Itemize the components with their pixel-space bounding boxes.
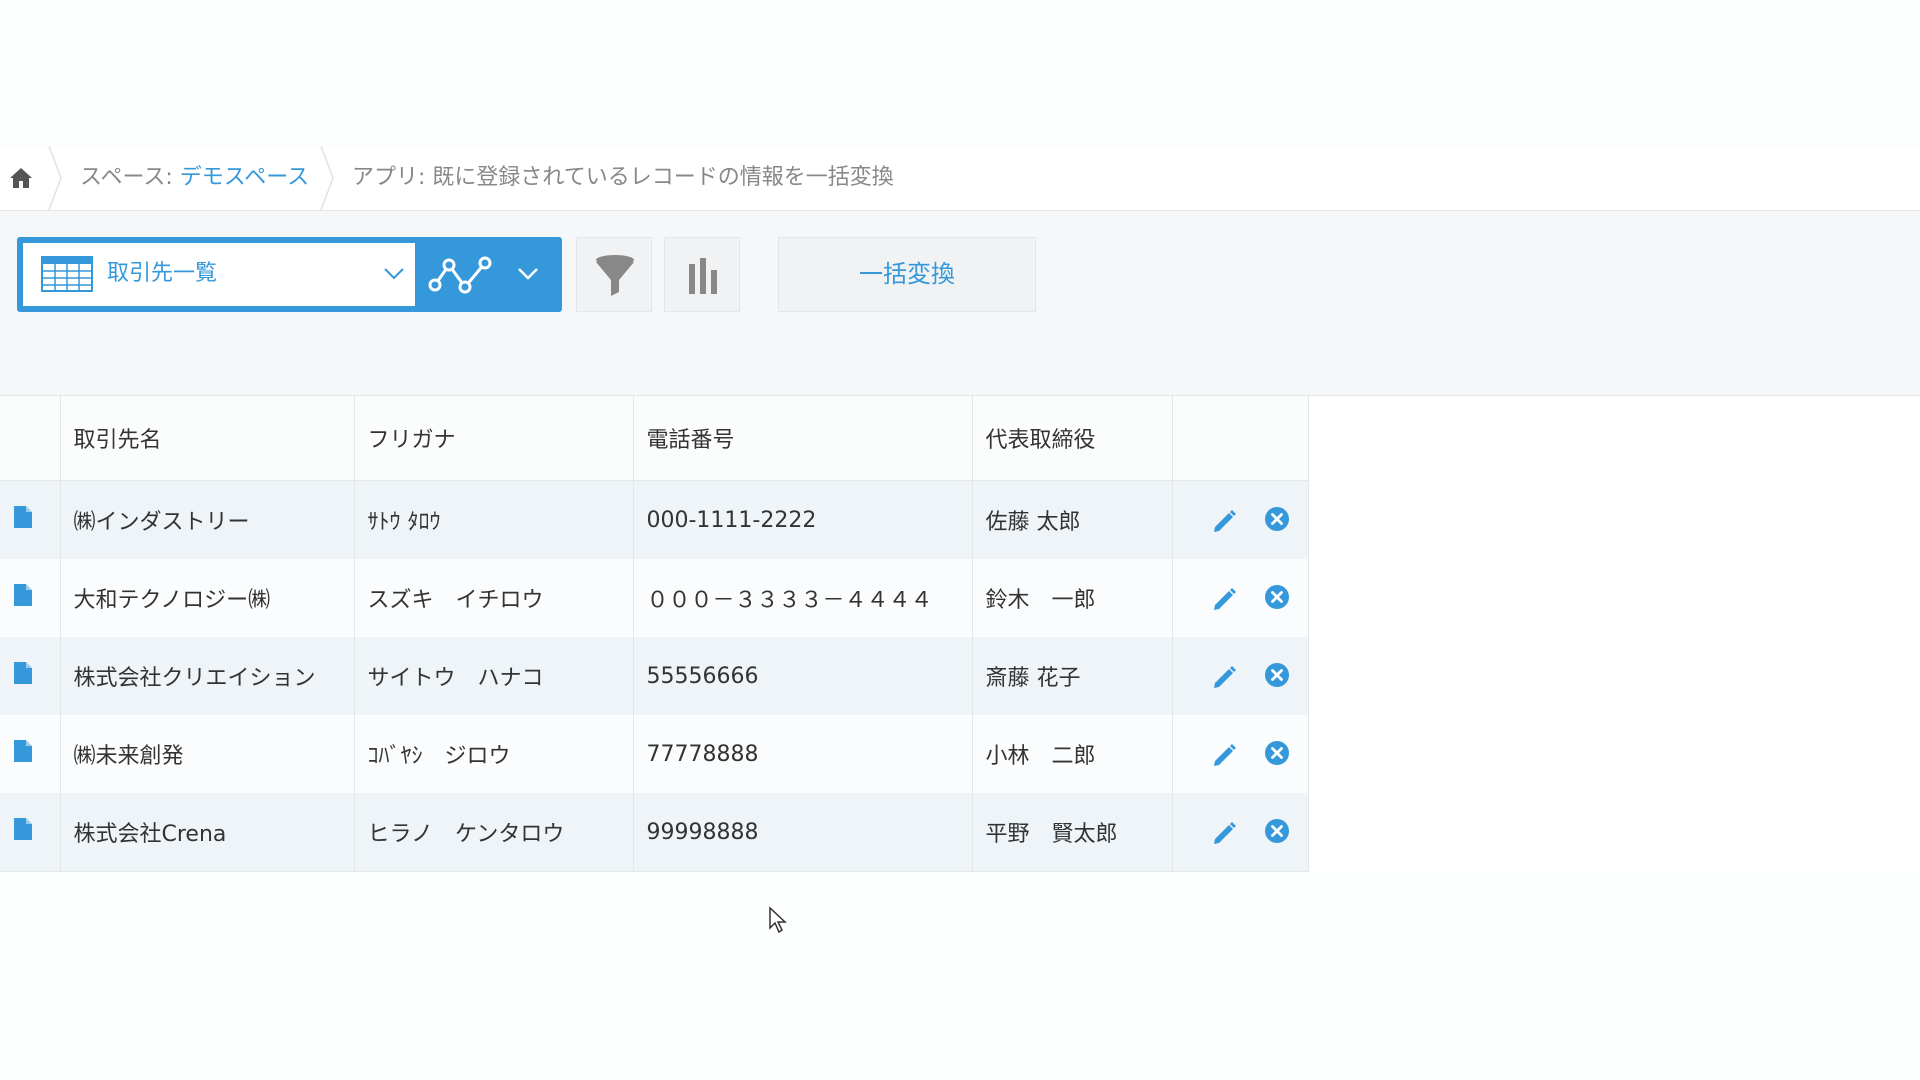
detail-cell	[0, 559, 61, 637]
document-icon[interactable]	[13, 505, 33, 529]
edit-icon[interactable]	[1212, 664, 1238, 690]
cell-phone: 000-1111-2222	[633, 480, 973, 559]
cell-phone: 55556666	[633, 637, 973, 715]
records-table: 取引先名 フリガナ 電話番号 代表取締役 ㈱インダストリー ｻﾄｳ ﾀﾛｳ 00…	[0, 395, 1920, 872]
column-header-ceo[interactable]: 代表取締役	[972, 396, 1173, 481]
detail-cell	[0, 480, 61, 559]
breadcrumb: スペース: デモスペース アプリ: 既に登録されているレコードの情報を一括変換	[0, 146, 1920, 211]
table-row: 株式会社Crena ヒラノ ケンタロウ 99998888 平野 賢太郎	[0, 793, 1309, 872]
row-actions	[1172, 793, 1309, 872]
delete-icon[interactable]	[1264, 506, 1290, 532]
document-icon[interactable]	[13, 661, 33, 685]
cell-company: 株式会社Crena	[60, 793, 355, 872]
mouse-cursor-icon	[769, 906, 787, 934]
column-header-detail	[0, 396, 61, 481]
breadcrumb-separator	[48, 146, 62, 210]
cell-furigana: サイトウ ハナコ	[354, 637, 634, 715]
document-icon[interactable]	[13, 583, 33, 607]
column-header-furigana[interactable]: フリガナ	[354, 396, 634, 481]
edit-icon[interactable]	[1212, 508, 1238, 534]
delete-icon[interactable]	[1264, 740, 1290, 766]
table-row: ㈱未来創発 ｺﾊﾞﾔｼ ジロウ 77778888 小林 二郎	[0, 715, 1309, 793]
graph-icon[interactable]	[427, 251, 493, 299]
breadcrumb-space-prefix: スペース:	[80, 165, 180, 190]
cell-furigana: スズキ イチロウ	[354, 559, 634, 637]
cell-ceo: 佐藤 太郎	[972, 480, 1173, 559]
breadcrumb-space-link[interactable]: デモスペース	[180, 165, 309, 190]
delete-icon[interactable]	[1264, 818, 1290, 844]
table-header: 取引先名 フリガナ 電話番号 代表取締役	[0, 396, 1309, 481]
column-header-phone[interactable]: 電話番号	[633, 396, 973, 481]
view-name: 取引先一覧	[107, 261, 218, 286]
list-view-icon	[41, 256, 93, 292]
cell-ceo: 斎藤 花子	[972, 637, 1173, 715]
row-actions	[1172, 480, 1309, 559]
delete-icon[interactable]	[1264, 662, 1290, 688]
chevron-down-icon	[384, 268, 404, 280]
page: スペース: デモスペース アプリ: 既に登録されているレコードの情報を一括変換 …	[0, 0, 1920, 1080]
document-icon[interactable]	[13, 739, 33, 763]
filter-icon	[596, 255, 634, 296]
row-actions	[1172, 715, 1309, 793]
edit-icon[interactable]	[1212, 742, 1238, 768]
cell-company: 株式会社クリエイション	[60, 637, 355, 715]
cell-phone: 77778888	[633, 715, 973, 793]
row-actions	[1172, 559, 1309, 637]
breadcrumb-separator	[320, 146, 334, 210]
document-icon[interactable]	[13, 817, 33, 841]
column-header-actions	[1172, 396, 1309, 481]
cell-phone: 99998888	[633, 793, 973, 872]
table-row: 大和テクノロジー㈱ スズキ イチロウ ０００－３３３３－４４４４ 鈴木 一郎	[0, 559, 1309, 637]
delete-icon[interactable]	[1264, 584, 1290, 610]
cell-phone: ０００－３３３３－４４４４	[633, 559, 973, 637]
cell-furigana: ヒラノ ケンタロウ	[354, 793, 634, 872]
table-row: ㈱インダストリー ｻﾄｳ ﾀﾛｳ 000-1111-2222 佐藤 太郎	[0, 480, 1309, 559]
detail-cell	[0, 715, 61, 793]
bar-chart-icon	[689, 258, 717, 294]
cell-company: 大和テクノロジー㈱	[60, 559, 355, 637]
record-list: 取引先名 フリガナ 電話番号 代表取締役 ㈱インダストリー ｻﾄｳ ﾀﾛｳ 00…	[0, 396, 1309, 872]
bulk-convert-button[interactable]: 一括変換	[778, 237, 1036, 312]
detail-cell	[0, 793, 61, 872]
cell-ceo: 平野 賢太郎	[972, 793, 1173, 872]
cell-company: ㈱未来創発	[60, 715, 355, 793]
cell-company: ㈱インダストリー	[60, 480, 355, 559]
view-select-dropdown[interactable]: 取引先一覧	[23, 243, 415, 306]
row-actions	[1172, 637, 1309, 715]
detail-cell	[0, 637, 61, 715]
cell-ceo: 小林 二郎	[972, 715, 1173, 793]
graph-chart-button[interactable]	[664, 237, 740, 312]
filter-button[interactable]	[576, 237, 652, 312]
cell-furigana: ｺﾊﾞﾔｼ ジロウ	[354, 715, 634, 793]
cell-furigana: ｻﾄｳ ﾀﾛｳ	[354, 480, 634, 559]
view-selector-group: 取引先一覧	[17, 237, 562, 312]
home-icon[interactable]	[8, 166, 34, 190]
cell-ceo: 鈴木 一郎	[972, 559, 1173, 637]
chevron-down-icon[interactable]	[517, 267, 539, 281]
breadcrumb-app: アプリ: 既に登録されているレコードの情報を一括変換	[352, 165, 894, 190]
edit-icon[interactable]	[1212, 820, 1238, 846]
table-row: 株式会社クリエイション サイトウ ハナコ 55556666 斎藤 花子	[0, 637, 1309, 715]
breadcrumb-space: スペース: デモスペース	[80, 164, 309, 192]
column-header-company[interactable]: 取引先名	[60, 396, 355, 481]
edit-icon[interactable]	[1212, 586, 1238, 612]
